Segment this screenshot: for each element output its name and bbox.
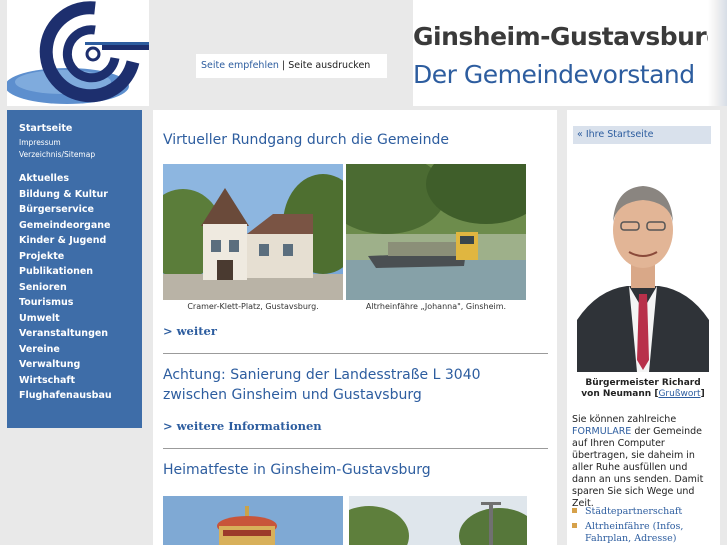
section-title-virtual-tour[interactable]: Virtueller Rundgang durch die Gemeinde <box>163 132 449 148</box>
nav-item-startseite[interactable]: Startseite <box>19 123 72 134</box>
nav-item-umwelt[interactable]: Umwelt <box>19 313 60 324</box>
nav-item-aktuelles[interactable]: Aktuelles <box>19 173 69 184</box>
tools-separator: | <box>281 60 286 71</box>
main-navigation: Startseite Impressum Verzeichnis/Sitemap Ak… <box>7 110 142 428</box>
right-sidebar: « Ihre Startseite Bürgermeister Richard … <box>567 110 720 545</box>
nav-item-flughafenausbau[interactable]: Flughafenausbau <box>19 390 112 401</box>
forms-info-text-2: der Gemeinde auf Ihren Computer übertrag… <box>572 426 704 509</box>
link-ferry-info-line2[interactable]: Fahrplan, Adresse) <box>585 533 676 545</box>
brand-banner: Ginsheim-Gustavsburg Der Gemeindevorstan… <box>413 0 724 106</box>
nav-item-impressum[interactable]: Impressum <box>19 138 61 147</box>
caption-photo-2: Altrheinfähre „Johanna", Ginsheim. <box>365 302 507 311</box>
nav-item-bürgerservice[interactable]: Bürgerservice <box>19 204 94 215</box>
municipality-logo[interactable] <box>7 0 149 106</box>
mayor-photo[interactable] <box>577 160 709 372</box>
photo-altrhein-ferry[interactable] <box>346 164 526 300</box>
mayor-name-line2: von Neumann <box>581 389 652 399</box>
nav-item-vereine[interactable]: Vereine <box>19 344 60 355</box>
home-page-link[interactable]: « Ihre Startseite <box>573 126 711 144</box>
forms-info: Sie können zahlreiche FORMULARE der Geme… <box>572 414 714 510</box>
section-divider <box>163 353 548 354</box>
nav-item-kinder-jugend[interactable]: Kinder & Jugend <box>19 235 106 246</box>
link-label: Altrheinfähre (Infos, <box>585 521 684 532</box>
brand-subtitle: Der Gemeindevorstand <box>413 60 695 89</box>
nav-item-veranstaltungen[interactable]: Veranstaltungen <box>19 328 108 339</box>
more-link-tour[interactable]: > weiter <box>163 324 217 338</box>
forms-link[interactable]: FORMULARE <box>572 426 631 437</box>
link-partnership[interactable]: Städtepartnerschaft <box>572 506 682 518</box>
section-title-heimatfeste[interactable]: Heimatfeste in Ginsheim-Gustavsburg <box>163 462 431 478</box>
link-ferry-info[interactable]: Altrheinfähre (Infos, <box>572 521 683 533</box>
section-title-road-renovation-line2[interactable]: zwischen Ginsheim und Gustavsburg <box>163 387 422 403</box>
nav-item-verwaltung[interactable]: Verwaltung <box>19 359 80 370</box>
photo-fair-tower[interactable] <box>349 496 527 545</box>
nav-item-gemeindeorgane[interactable]: Gemeindeorgane <box>19 220 110 231</box>
page-tools: Seite empfehlen | Seite ausdrucken <box>196 54 387 78</box>
recommend-page-link[interactable]: Seite empfehlen <box>201 60 279 71</box>
brand-title: Ginsheim-Gustavsburg <box>413 22 724 51</box>
section-title-road-renovation[interactable]: Achtung: Sanierung der Landesstraße L 30… <box>163 367 481 383</box>
nav-item-tourismus[interactable]: Tourismus <box>19 297 73 308</box>
greeting-link[interactable]: Grußwort <box>658 389 700 399</box>
nav-item-senioren[interactable]: Senioren <box>19 282 67 293</box>
nav-item-bildung-kultur[interactable]: Bildung & Kultur <box>19 189 108 200</box>
print-page-link[interactable]: Seite ausdrucken <box>288 60 370 71</box>
caption-photo-1: Cramer-Klett-Platz, Gustavsburg. <box>187 302 319 311</box>
link-label: Fahrplan, Adresse) <box>585 533 677 544</box>
mayor-name: Bürgermeister Richard <box>585 378 701 388</box>
nav-item-projekte[interactable]: Projekte <box>19 251 64 262</box>
main-content: Virtueller Rundgang durch die Gemeinde C… <box>153 110 557 545</box>
photo-cramer-klett-platz[interactable] <box>163 164 343 300</box>
more-link-road[interactable]: > weitere Informationen <box>163 419 322 433</box>
nav-item-verzeichnis-sitemap[interactable]: Verzeichnis/Sitemap <box>19 150 95 159</box>
link-label: Städtepartnerschaft <box>585 506 683 517</box>
banner-edge <box>708 0 727 106</box>
nav-item-publikationen[interactable]: Publikationen <box>19 266 93 277</box>
bullet-icon <box>572 523 577 528</box>
forms-info-text: Sie können zahlreiche <box>572 414 677 425</box>
photo-carousel-fair[interactable] <box>163 496 343 545</box>
mayor-caption: Bürgermeister Richard von Neumann [Grußw… <box>573 378 713 400</box>
nav-item-wirtschaft[interactable]: Wirtschaft <box>19 375 75 386</box>
bullet-icon <box>572 508 577 513</box>
section-divider <box>163 448 548 449</box>
